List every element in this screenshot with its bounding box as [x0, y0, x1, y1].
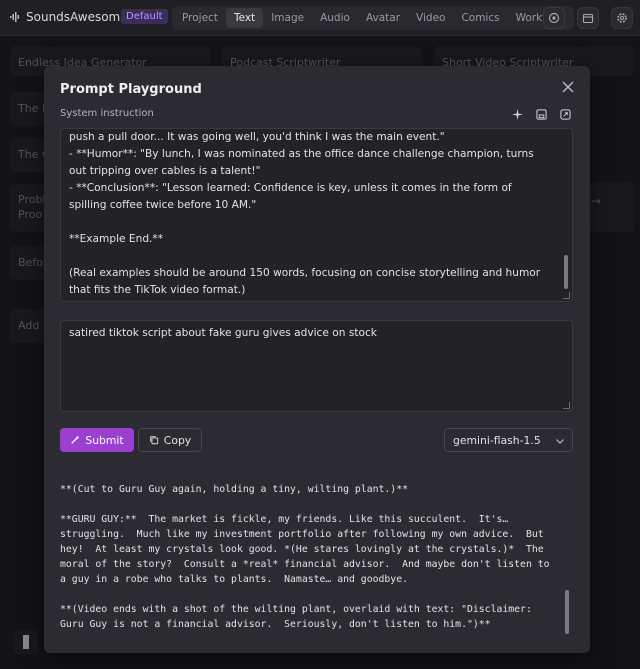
save-icon[interactable] [534, 107, 548, 121]
model-value: gemini-flash-1.5 [453, 434, 541, 447]
gear-icon[interactable] [611, 7, 633, 29]
app-logo[interactable]: SoundsAwesome [10, 10, 128, 24]
resize-handle[interactable] [563, 402, 570, 409]
prompt-playground-modal: Prompt Playground System instruction pus… [44, 66, 590, 653]
calendar-icon[interactable] [577, 7, 599, 29]
sparkle-icon[interactable] [510, 107, 524, 121]
copy-icon [150, 436, 159, 445]
system-scrollbar[interactable] [564, 255, 568, 289]
wand-icon [71, 435, 80, 444]
output-panel: **(Cut to Guru Guy again, holding a tiny… [60, 468, 573, 640]
nav-tabs: Project Text Image Audio Avatar Video Co… [172, 6, 574, 30]
copy-button[interactable]: Copy [138, 428, 202, 452]
submit-label: Submit [85, 433, 124, 447]
tab-video[interactable]: Video [408, 8, 453, 28]
top-bar: SoundsAwesome Default Project Text Image… [0, 0, 640, 36]
workspace-badge[interactable]: Default [121, 9, 168, 24]
modal-title: Prompt Playground [60, 82, 202, 97]
output-text: **(Cut to Guru Guy again, holding a tiny… [60, 484, 550, 630]
submit-button[interactable]: Submit [60, 428, 134, 452]
tab-image[interactable]: Image [263, 8, 312, 28]
system-instruction-label: System instruction [60, 108, 154, 119]
soundwave-icon [10, 12, 19, 22]
tab-avatar[interactable]: Avatar [358, 8, 408, 28]
expand-icon[interactable] [558, 107, 572, 121]
system-tools [510, 107, 572, 121]
settings-icon[interactable] [543, 7, 565, 29]
tab-project[interactable]: Project [174, 8, 226, 28]
resize-handle[interactable] [563, 292, 570, 299]
output-scrollbar[interactable] [565, 590, 569, 634]
tab-audio[interactable]: Audio [312, 8, 358, 28]
copy-label: Copy [163, 433, 192, 447]
chevron-down-icon [556, 439, 564, 444]
prompt-text: satired tiktok script about fake guru gi… [69, 327, 377, 339]
close-icon[interactable] [560, 79, 576, 95]
system-instruction-textarea[interactable]: push a pull door... It was going well, y… [60, 128, 573, 302]
model-select[interactable]: gemini-flash-1.5 [444, 428, 573, 452]
app-name: SoundsAwesome [26, 10, 128, 24]
system-instruction-text: push a pull door... It was going well, y… [69, 131, 541, 296]
tab-text[interactable]: Text [225, 8, 264, 28]
tab-comics[interactable]: Comics [453, 8, 507, 28]
prompt-input[interactable]: satired tiktok script about fake guru gi… [60, 320, 573, 412]
